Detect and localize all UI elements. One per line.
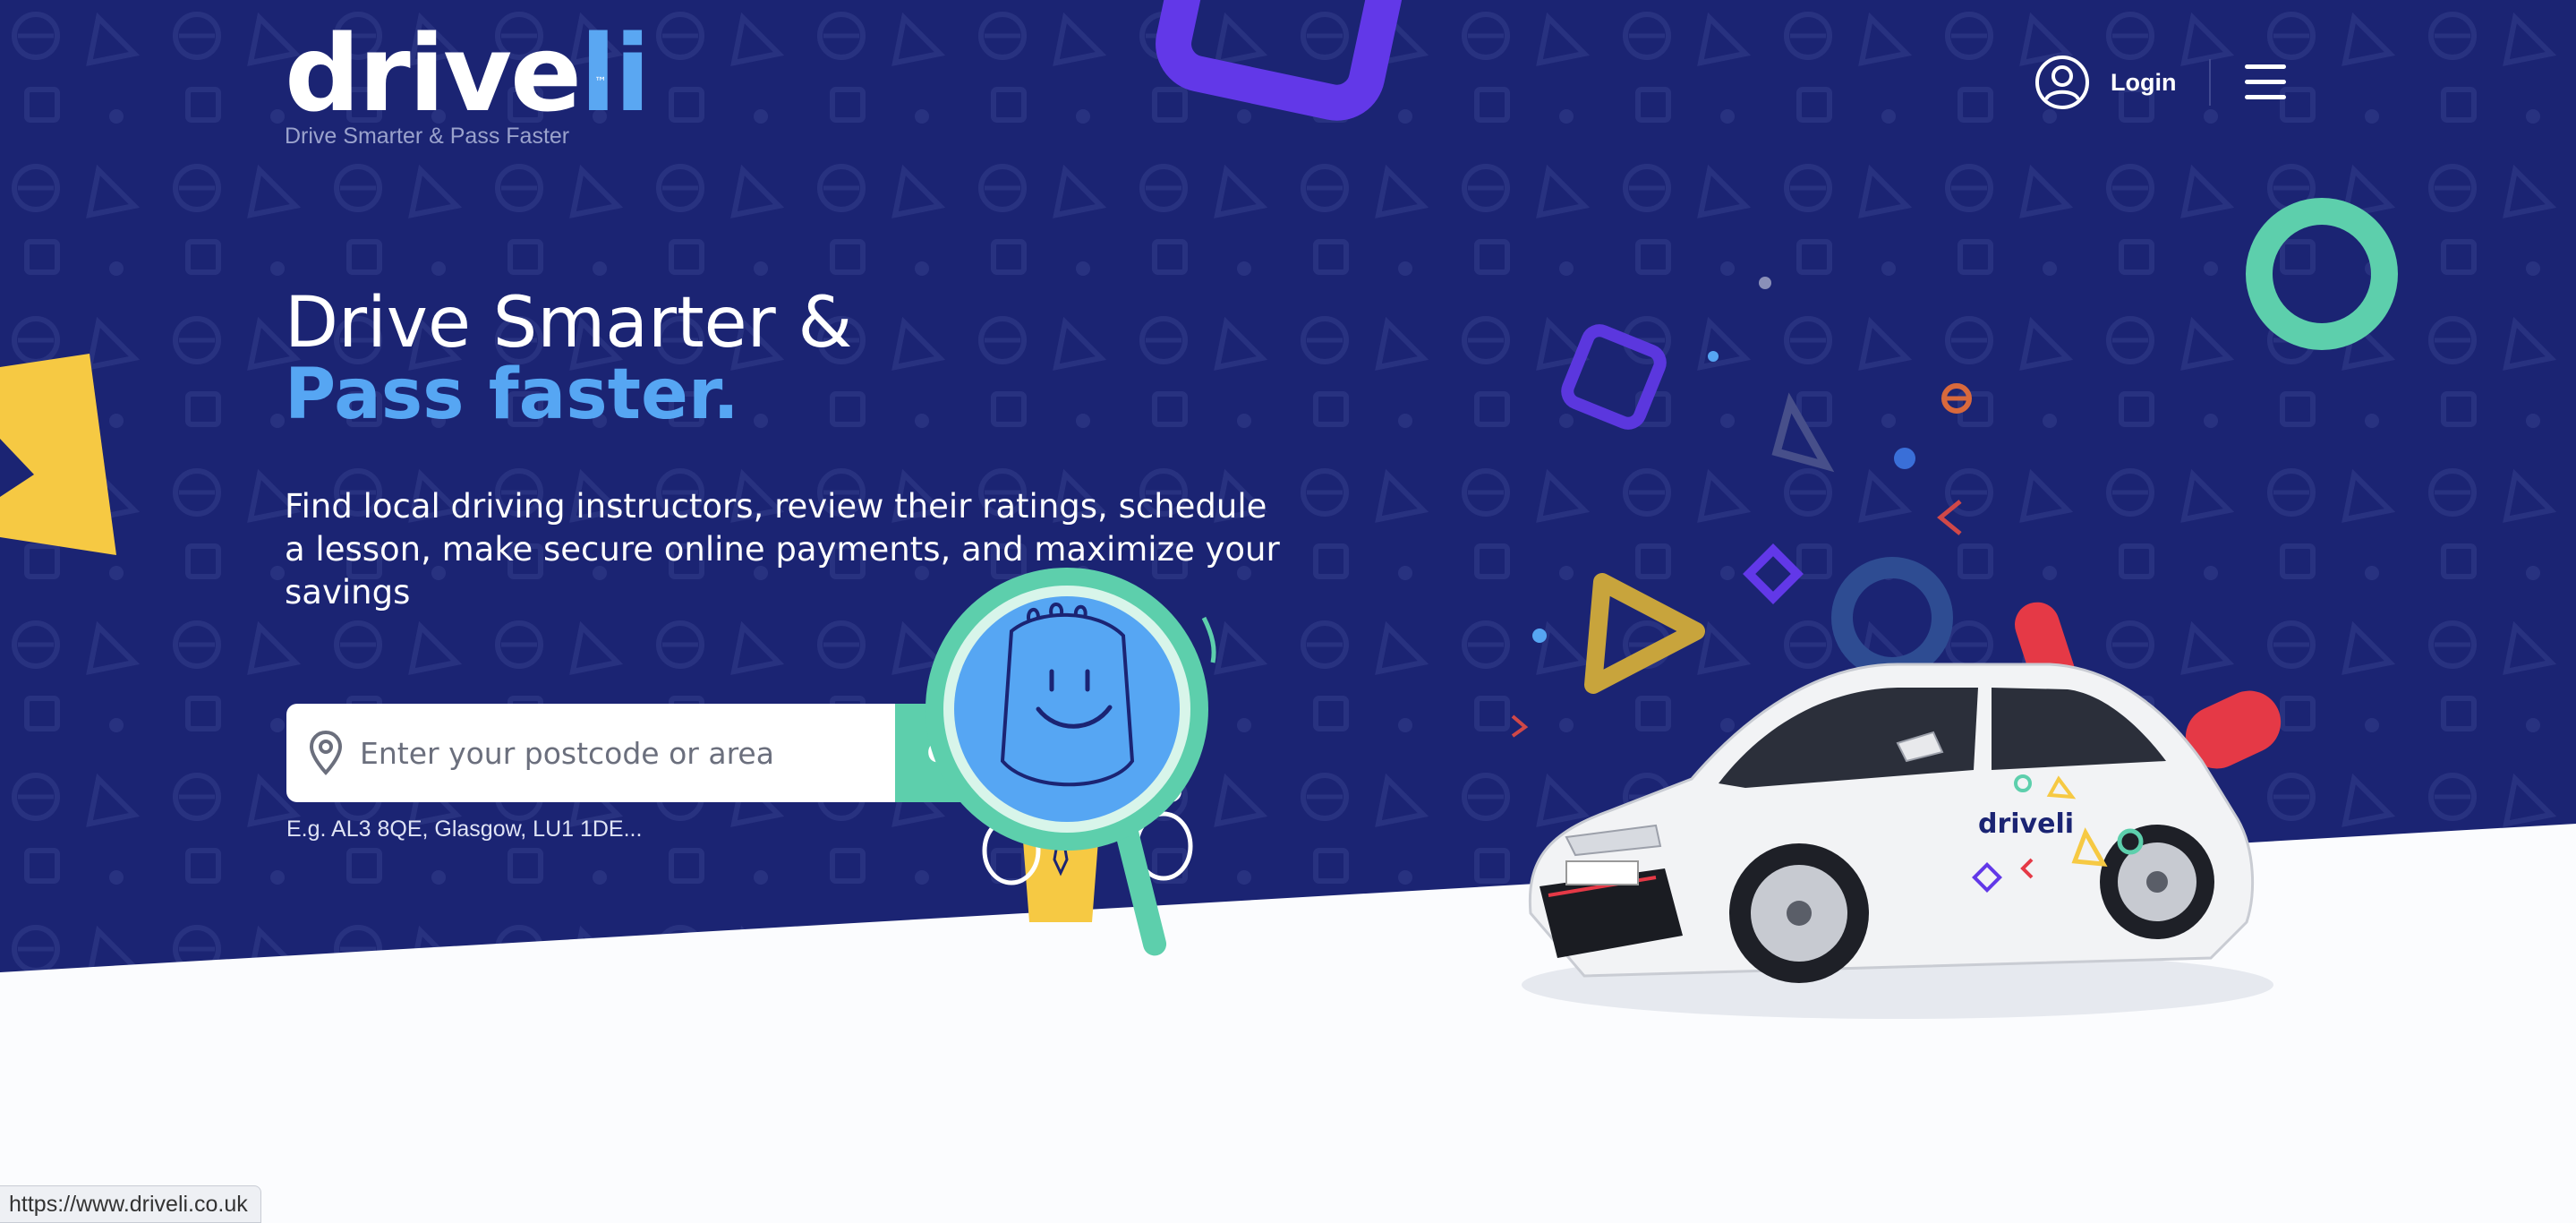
- logo-wordmark: driveli: [285, 12, 651, 135]
- headline-line2: Pass faster.: [285, 355, 739, 435]
- hero-section: driveli ™ Drive Smarter & Pass Faster Lo…: [0, 0, 2576, 1221]
- location-pin-icon: [309, 730, 343, 775]
- logo-tagline: Drive Smarter & Pass Faster: [285, 124, 570, 149]
- login-link[interactable]: Login: [2034, 54, 2176, 111]
- hamburger-menu-icon[interactable]: [2245, 64, 2288, 100]
- search-example-hint: E.g. AL3 8QE, Glasgow, LU1 1DE...: [286, 817, 643, 842]
- browser-status-bar-url: https://www.driveli.co.uk: [0, 1185, 261, 1223]
- logo-trademark: ™: [594, 75, 607, 90]
- user-circle-icon: [2035, 56, 2089, 109]
- headline-line1: Drive Smarter &: [285, 283, 853, 363]
- login-label: Login: [2111, 68, 2177, 96]
- driveli-car-illustration: driveli: [1522, 663, 2273, 1019]
- car-decal-text: driveli: [1978, 808, 2074, 840]
- driveli-logo[interactable]: driveli ™ Drive Smarter & Pass Faster: [285, 20, 651, 154]
- magnifier-mascot-illustration: [925, 568, 1216, 956]
- header-divider: [2209, 59, 2211, 106]
